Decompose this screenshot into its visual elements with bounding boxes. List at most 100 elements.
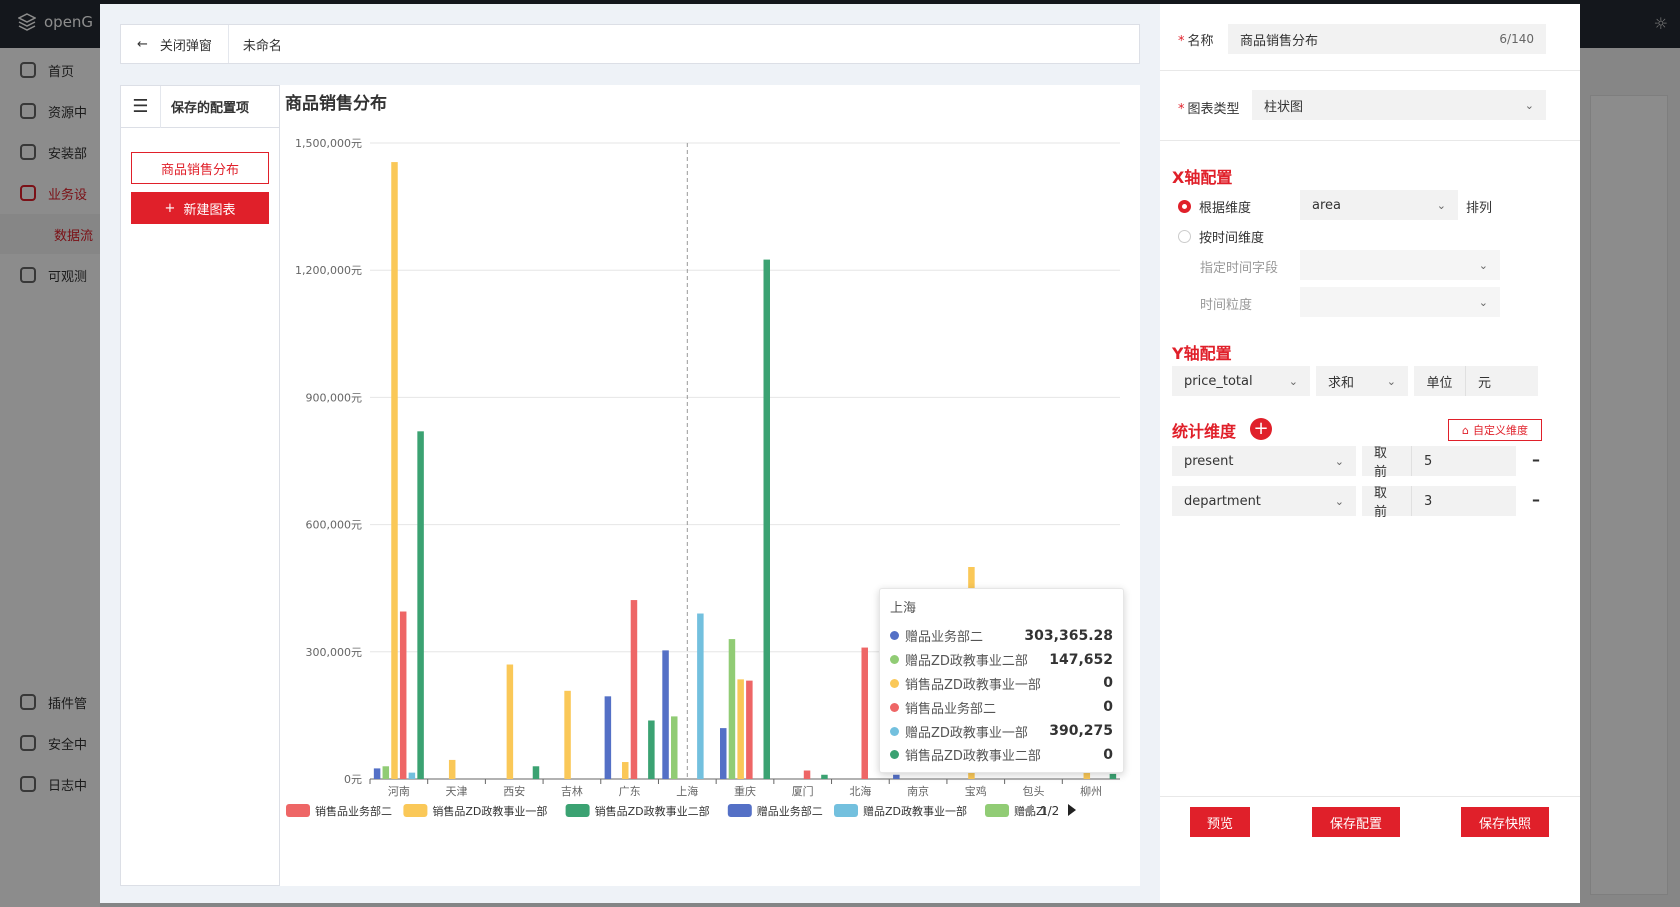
unit-value: 元 xyxy=(1478,375,1492,391)
stat-dim-field-value: department xyxy=(1184,493,1261,509)
custom-dimension-button[interactable]: ⌂ 自定义维度 xyxy=(1448,419,1542,441)
bar xyxy=(382,766,390,779)
footer-divider xyxy=(1160,796,1580,797)
add-dimension-button[interactable]: + xyxy=(1250,418,1272,440)
remove-dimension-icon[interactable]: – xyxy=(1532,490,1540,509)
y-tick-label: 1,500,000元 xyxy=(295,137,362,150)
y-field-select[interactable]: price_total ⌄ xyxy=(1172,366,1310,396)
unit-input[interactable]: 元 xyxy=(1466,366,1538,396)
chevron-down-icon: ⌄ xyxy=(1436,198,1446,212)
time-granularity-select[interactable]: ⌄ xyxy=(1300,287,1500,317)
bar xyxy=(373,768,381,779)
legend-swatch xyxy=(985,804,1009,817)
divider xyxy=(1160,140,1580,141)
x-tick-label: 北海 xyxy=(849,784,871,798)
x-tick-label: 南京 xyxy=(907,784,929,798)
bar xyxy=(564,690,571,779)
bar xyxy=(737,679,744,779)
bar xyxy=(648,720,655,779)
stat-dim-top-input[interactable]: 5 xyxy=(1412,446,1516,476)
bar xyxy=(622,762,629,779)
save-snapshot-button[interactable]: 保存快照 xyxy=(1461,807,1549,837)
stat-dim-field-select[interactable]: department ⌄ xyxy=(1172,486,1356,516)
sort-label[interactable]: 排列 xyxy=(1466,197,1492,216)
x-axis-section-title: X轴配置 xyxy=(1172,168,1233,187)
bar xyxy=(399,611,407,779)
legend-page-indicator: 1/2 xyxy=(1040,804,1059,818)
chart-name-title: 未命名 xyxy=(242,38,282,54)
chart-tooltip: 上海 赠品业务部二 303,365.28 赠品ZD政教事业二部 147,652 销售品Z… xyxy=(879,588,1124,773)
bar xyxy=(671,716,678,779)
legend-label: 赠品业务部二 xyxy=(757,804,823,818)
chevron-down-icon: ⌄ xyxy=(1478,258,1488,272)
legend-swatch xyxy=(286,804,310,817)
bar xyxy=(861,647,868,779)
bar xyxy=(763,259,770,780)
time-field-label: 指定时间字段 xyxy=(1200,261,1279,276)
y-tick-label: 300,000元 xyxy=(306,646,363,659)
radio-by-dimension[interactable]: 根据维度 xyxy=(1178,197,1251,216)
stat-dim-top-input[interactable]: 3 xyxy=(1412,486,1516,516)
tooltip-series-name: 销售品业务部二 xyxy=(905,701,997,717)
tooltip-series-name: 赠品业务部二 xyxy=(905,630,984,646)
y-agg-value: 求和 xyxy=(1328,375,1355,391)
saved-config-title: 保存的配置项 xyxy=(171,101,250,116)
stat-dim-field-select[interactable]: present ⌄ xyxy=(1172,446,1356,476)
y-tick-label: 600,000元 xyxy=(306,519,363,532)
bar xyxy=(448,759,456,779)
chart-editor-modal: ← 关闭弹窗 未命名 ☰ 保存的配置项 商品销售分布 + 新建图表 商品销售分布… xyxy=(100,4,1580,903)
y-field-value: price_total xyxy=(1184,373,1253,389)
bar xyxy=(506,664,514,779)
tooltip-row: 销售品ZD政教事业一部 0 xyxy=(890,672,1113,696)
bar xyxy=(720,728,727,779)
legend-next-icon xyxy=(1068,804,1076,816)
remove-dimension-icon[interactable]: – xyxy=(1532,450,1540,469)
chart-panel: 商品销售分布 0元 300,000元 600,000元 900,000元 1,200,0… xyxy=(280,85,1140,886)
tooltip-row: 赠品ZD政教事业一部 390,275 xyxy=(890,719,1113,743)
chevron-down-icon: ⌄ xyxy=(1524,98,1534,112)
stat-dim-top-value: 5 xyxy=(1424,453,1433,469)
tooltip-row: 赠品ZD政教事业二部 147,652 xyxy=(890,648,1113,672)
x-tick-label: 西安 xyxy=(503,784,525,798)
name-input[interactable]: 商品销售分布 6/140 xyxy=(1228,24,1546,54)
stat-dims-section-title: 统计维度 xyxy=(1172,422,1237,441)
save-config-button[interactable]: 保存配置 xyxy=(1312,807,1400,837)
tooltip-series-name: 赠品ZD政教事业二部 xyxy=(905,654,1028,670)
name-input-value: 商品销售分布 xyxy=(1240,33,1319,49)
y-axis-section-title: Y轴配置 xyxy=(1172,344,1232,363)
tooltip-series-value: 0 xyxy=(1103,699,1113,716)
chevron-down-icon: ⌄ xyxy=(1478,295,1488,309)
x-dimension-value: area xyxy=(1312,197,1341,213)
menu-collapse-icon[interactable]: ☰ xyxy=(121,85,161,128)
close-modal-button[interactable]: ← 关闭弹窗 xyxy=(121,25,229,63)
radio-by-time[interactable]: 按时间维度 xyxy=(1178,227,1264,246)
tag-icon: ⌂ xyxy=(1462,423,1469,437)
y-agg-select[interactable]: 求和 ⌄ xyxy=(1316,366,1408,396)
legend-swatch xyxy=(403,804,428,817)
close-modal-label: 关闭弹窗 xyxy=(159,38,212,54)
chart-type-label: * 图表类型 xyxy=(1178,102,1240,117)
bar xyxy=(728,639,736,779)
chevron-down-icon: ⌄ xyxy=(1386,374,1396,388)
y-tick-label: 1,200,000元 xyxy=(295,264,362,277)
tooltip-series-name: 赠品ZD政教事业一部 xyxy=(905,725,1028,741)
x-dimension-select[interactable]: area ⌄ xyxy=(1300,190,1458,220)
legend-label: 销售品业务部二 xyxy=(315,804,392,818)
unit-label: 单位 xyxy=(1414,366,1466,396)
x-tick-label: 重庆 xyxy=(734,784,756,798)
chart-type-value: 柱状图 xyxy=(1264,99,1304,115)
preview-button[interactable]: 预览 xyxy=(1190,807,1250,837)
new-chart-button[interactable]: + 新建图表 xyxy=(131,192,269,224)
time-field-select[interactable]: ⌄ xyxy=(1300,250,1500,280)
chart-type-select[interactable]: 柱状图 ⌄ xyxy=(1252,90,1546,120)
bar xyxy=(821,774,828,779)
saved-config-item[interactable]: 商品销售分布 xyxy=(131,152,269,184)
stat-dim-top-value: 3 xyxy=(1424,493,1433,509)
bar xyxy=(391,162,398,779)
chevron-down-icon: ⌄ xyxy=(1334,494,1344,508)
tooltip-row: 销售品业务部二 0 xyxy=(890,695,1113,719)
series-dot-icon xyxy=(890,655,899,665)
x-tick-label: 河南 xyxy=(388,785,410,798)
custom-dimension-label: 自定义维度 xyxy=(1472,424,1528,437)
series-dot-icon xyxy=(890,631,899,641)
